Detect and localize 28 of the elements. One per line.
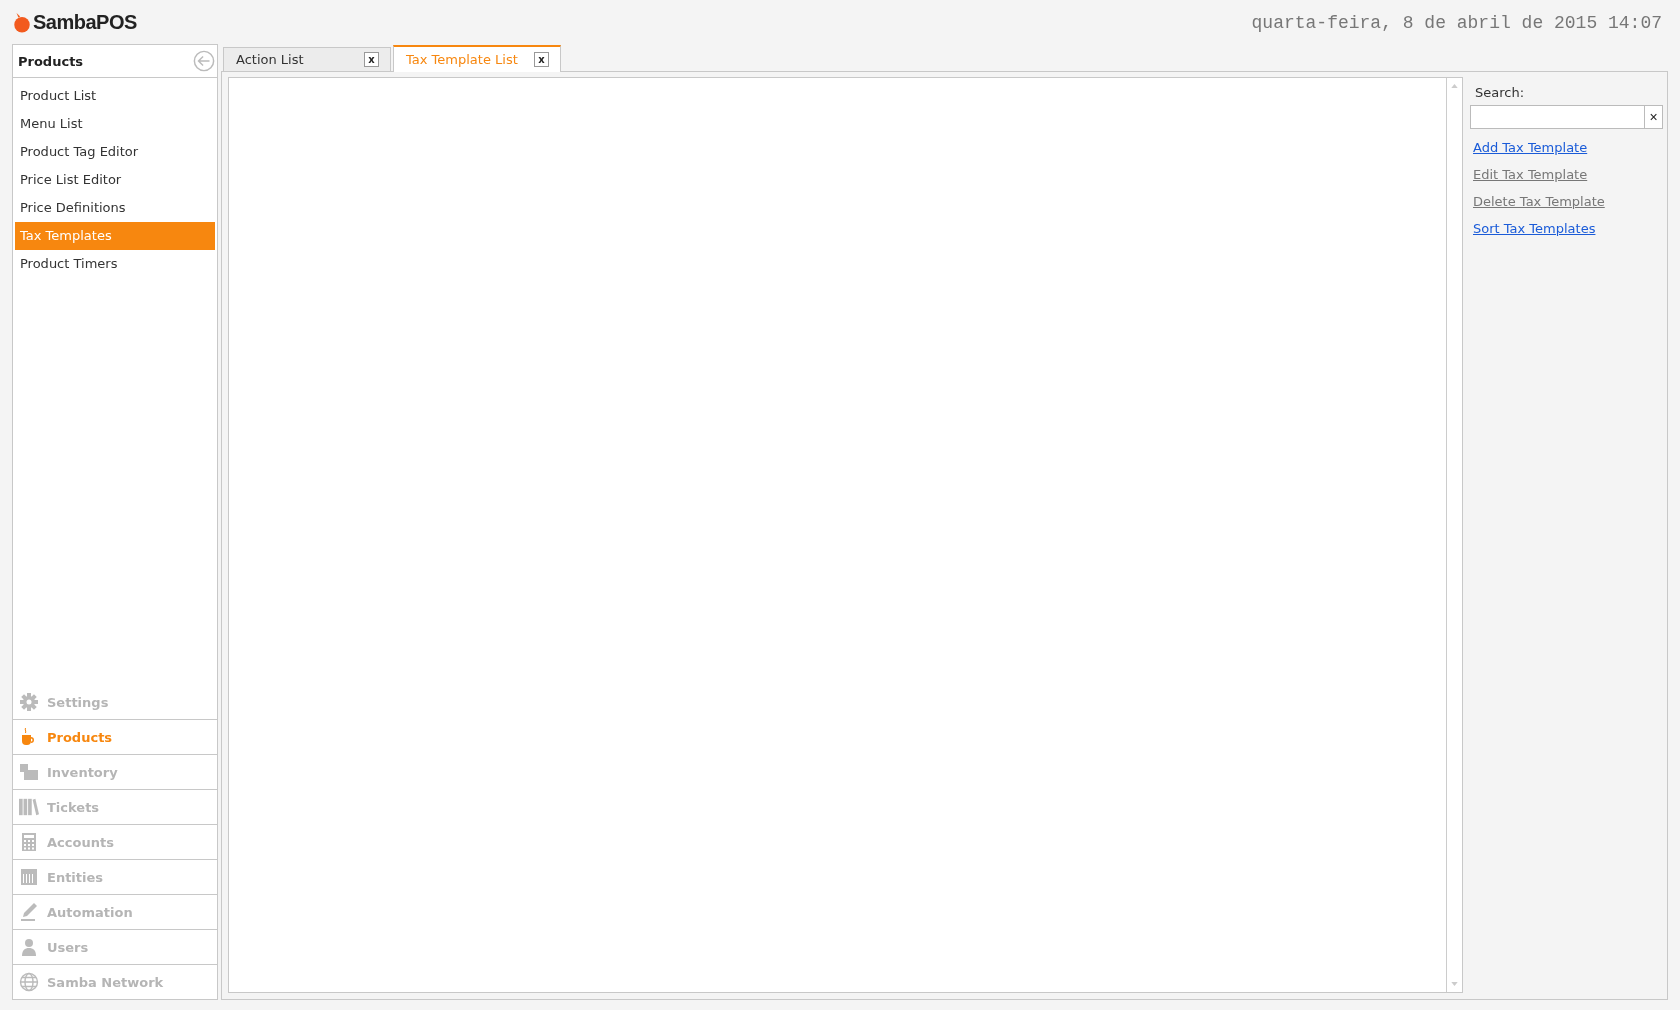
sidebar-item[interactable]: Product Timers xyxy=(15,250,215,278)
pencil-icon xyxy=(19,902,39,922)
sidebar-item[interactable]: Price Definitions xyxy=(15,194,215,222)
search-field[interactable] xyxy=(1470,105,1645,129)
user-icon xyxy=(19,937,39,957)
boxes-icon xyxy=(19,762,39,782)
books-icon xyxy=(19,797,39,817)
gear-icon xyxy=(19,692,39,712)
sidebar-title: Products xyxy=(18,53,84,69)
globe-icon xyxy=(19,972,39,992)
calculator-icon xyxy=(19,832,39,852)
date-time: quarta-feira, 8 de abril de 2015 14:07 xyxy=(1251,13,1662,33)
sidebar-item[interactable]: Product Tag Editor xyxy=(15,138,215,166)
tab[interactable]: Tax Template List x xyxy=(393,45,561,72)
close-tab-button[interactable]: x xyxy=(534,52,549,67)
app-logo-text: SambaPOS xyxy=(33,11,137,34)
scroll-down-icon[interactable] xyxy=(1451,982,1458,986)
close-tab-button[interactable]: x xyxy=(364,52,379,67)
search-label: Search: xyxy=(1475,85,1526,100)
action-link[interactable]: Sort Tax Templates xyxy=(1473,218,1596,245)
sidebar-item[interactable]: Menu List xyxy=(15,110,215,138)
tab[interactable]: Action List x xyxy=(223,47,391,71)
action-link[interactable]: Add Tax Template xyxy=(1473,137,1588,164)
sidebar-item[interactable]: Product List xyxy=(15,82,215,110)
scroll-up-icon[interactable] xyxy=(1451,84,1458,88)
grid-icon xyxy=(19,867,39,887)
sidebar-item[interactable]: Price List Editor xyxy=(15,166,215,194)
clear-search-button[interactable]: × xyxy=(1645,105,1663,129)
